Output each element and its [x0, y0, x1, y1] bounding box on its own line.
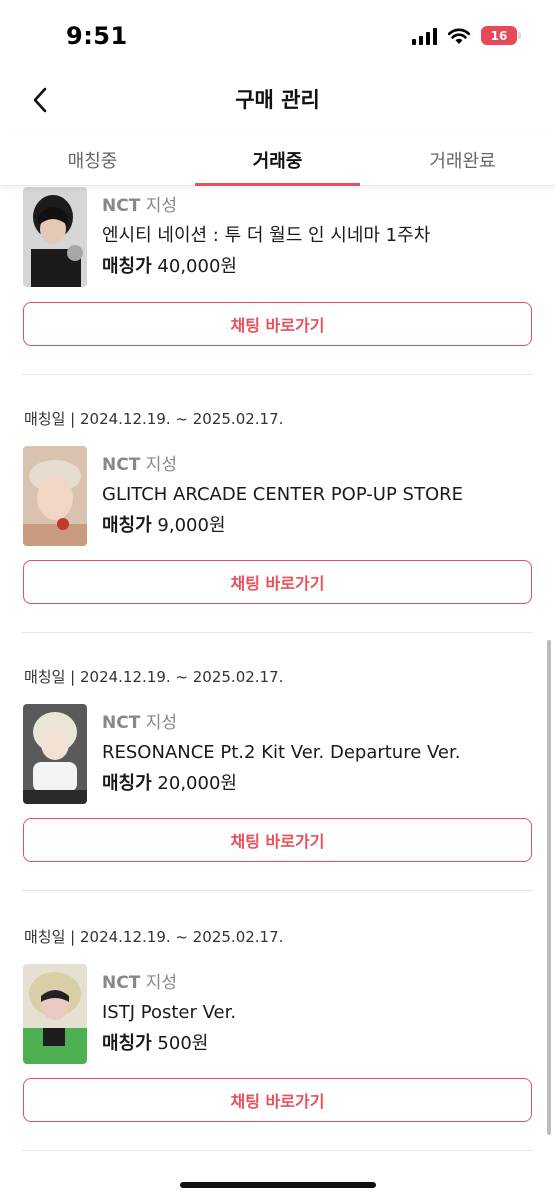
- price: 매칭가 9,000원: [102, 515, 226, 536]
- photo-image: [23, 964, 87, 1064]
- price: 매칭가 40,000원: [102, 256, 237, 277]
- chat-shortcut-button[interactable]: 채팅 바로가기: [23, 818, 532, 862]
- divider: [22, 632, 533, 633]
- photo-image: [23, 187, 87, 287]
- photo-image: [23, 704, 87, 804]
- item-title: GLITCH ARCADE CENTER POP-UP STORE: [102, 484, 464, 505]
- tab-bar: 매칭중 거래중 거래완료: [0, 136, 555, 186]
- photo-image: [23, 446, 87, 546]
- signal-icon: [412, 27, 437, 45]
- price: 매칭가 500원: [102, 1033, 209, 1054]
- price: 매칭가 20,000원: [102, 773, 237, 794]
- chat-shortcut-button[interactable]: 채팅 바로가기: [23, 560, 532, 604]
- artist-name: NCT 지성: [102, 455, 177, 475]
- match-date: 매칭일 | 2024.12.19. ~ 2025.02.17.: [24, 668, 284, 686]
- divider: [22, 890, 533, 891]
- product-thumbnail[interactable]: [23, 446, 87, 546]
- wifi-icon: [447, 28, 471, 44]
- header: 구매 관리: [0, 74, 555, 126]
- home-indicator[interactable]: [180, 1182, 376, 1188]
- battery-level: 16: [490, 28, 508, 43]
- item-title: RESONANCE Pt.2 Kit Ver. Departure Ver.: [102, 742, 461, 763]
- artist-name: NCT 지성: [102, 973, 177, 993]
- status-time: 9:51: [66, 22, 128, 50]
- tab-in-progress[interactable]: 거래중: [185, 136, 370, 186]
- tab-matching[interactable]: 매칭중: [0, 136, 185, 185]
- status-bar: 9:51 16: [0, 0, 555, 74]
- scrollbar[interactable]: [547, 640, 551, 1135]
- match-date: 매칭일 | 2024.12.19. ~ 2025.02.17.: [24, 410, 284, 428]
- artist-name: NCT 지성: [102, 713, 177, 733]
- product-thumbnail[interactable]: [23, 704, 87, 804]
- item-title: ISTJ Poster Ver.: [102, 1002, 237, 1023]
- item-title: 엔시티 네이션 : 투 더 월드 인 시네마 1주차: [102, 225, 431, 246]
- match-date: 매칭일 | 2024.12.19. ~ 2025.02.17.: [24, 928, 284, 946]
- chat-shortcut-button[interactable]: 채팅 바로가기: [23, 1078, 532, 1122]
- status-icons: 16: [412, 26, 521, 45]
- tab-completed[interactable]: 거래완료: [370, 136, 555, 185]
- battery-icon: 16: [481, 26, 521, 45]
- chat-shortcut-button[interactable]: 채팅 바로가기: [23, 302, 532, 346]
- product-thumbnail[interactable]: [23, 964, 87, 1064]
- artist-name: NCT 지성: [102, 196, 177, 216]
- purchase-list: NCT 지성 엔시티 네이션 : 투 더 월드 인 시네마 1주차 매칭가 40…: [0, 187, 555, 1200]
- product-thumbnail[interactable]: [23, 187, 87, 287]
- divider: [22, 374, 533, 375]
- divider: [22, 1150, 533, 1151]
- page-title: 구매 관리: [235, 88, 320, 112]
